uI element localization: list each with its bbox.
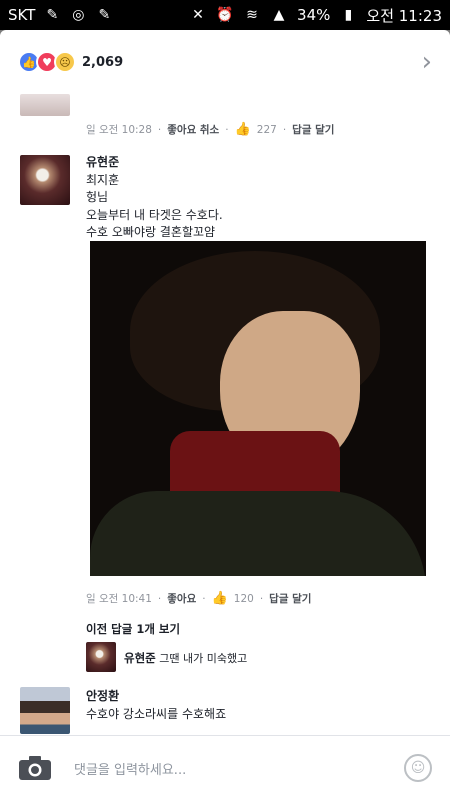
comment-line: 수호야 강소라씨를 수호해죠: [86, 706, 227, 721]
unlike-link[interactable]: 좋아요 취소: [167, 122, 219, 137]
avatar-partial[interactable]: [20, 94, 70, 116]
battery-percent: 34%: [297, 6, 331, 24]
alarm-icon: ⏰: [216, 7, 234, 23]
avatar[interactable]: [20, 687, 70, 734]
avatar[interactable]: [20, 155, 70, 205]
comment-line: 수호 오빠야랑 결혼할꼬얌: [86, 225, 216, 239]
chevron-right-icon[interactable]: ›: [422, 47, 432, 77]
clock: 오전 11:23: [366, 6, 442, 25]
comment-time: 일 오전 10:28: [86, 124, 152, 136]
carrier-label: SKT: [8, 6, 36, 24]
like-icon: 👍: [211, 591, 228, 606]
commenter-name[interactable]: 유현준: [86, 154, 223, 172]
reactions-bar[interactable]: 👍 ♥ ☹ 2,069 ›: [0, 30, 450, 94]
comment-time: 일 오전 10:41: [86, 593, 152, 605]
camera-icon[interactable]: [18, 755, 52, 781]
reply-author: 유현준: [124, 651, 156, 665]
like-count[interactable]: 227: [257, 124, 277, 136]
comment-body: 안정환 수호야 강소라씨를 수호해죠: [86, 688, 226, 723]
comment-line: 최지훈: [86, 172, 120, 187]
reply-avatar[interactable]: [86, 642, 116, 672]
status-bar: SKT ✎ ◎ ✎ ✕ ⏰ ≋ ▲ 34% ▮ 오전 11:23: [0, 0, 450, 30]
like-link[interactable]: 좋아요: [167, 591, 196, 606]
battery-icon: ▮: [344, 7, 353, 23]
like-icon: 👍: [234, 122, 251, 137]
comment-line: 오늘부터 내 타겟은 수호다.: [86, 207, 223, 222]
comment-meta: 일 오전 10:28 · 좋아요 취소 · 👍 227 · 답글 달기: [86, 122, 335, 137]
comment-line: 헝님: [86, 190, 109, 204]
instagram-icon: ◎: [72, 7, 85, 23]
comments-panel: 👍 ♥ ☹ 2,069 › 일 오전 10:28 · 좋아요 취소 · 👍 22…: [0, 30, 450, 800]
pill-icon: ✎: [46, 7, 59, 23]
comment-input[interactable]: 댓글을 입력하세요...: [74, 759, 404, 778]
reply-link[interactable]: 답글 달기: [269, 591, 311, 606]
comment-photo[interactable]: [90, 241, 426, 576]
smiley-icon[interactable]: ☺: [404, 754, 432, 782]
signal-icon: ▲: [273, 7, 285, 23]
comment-input-bar: 댓글을 입력하세요... ☺: [0, 735, 450, 800]
view-previous-replies-link[interactable]: 이전 답글 1개 보기: [86, 621, 180, 637]
reply-snippet: 그땐 내가 미숙했고: [159, 652, 248, 665]
comment-body: 유현준 최지훈 헝님 오늘부터 내 타겟은 수호다. 수호 오빠야랑 결혼할꼬얌: [86, 154, 223, 242]
wifi-icon: ≋: [246, 7, 258, 23]
reaction-count: 2,069: [82, 54, 124, 70]
like-count[interactable]: 120: [234, 593, 254, 605]
sad-reaction-icon: ☹: [54, 51, 76, 73]
pill-icon-2: ✎: [98, 7, 111, 23]
comment-meta: 일 오전 10:41 · 좋아요 · 👍 120 · 답글 달기: [86, 591, 312, 606]
mute-icon: ✕: [192, 7, 204, 23]
reply-preview[interactable]: 유현준 그땐 내가 미숙했고: [124, 650, 247, 666]
commenter-name[interactable]: 안정환: [86, 688, 226, 706]
reply-link[interactable]: 답글 달기: [292, 122, 334, 137]
